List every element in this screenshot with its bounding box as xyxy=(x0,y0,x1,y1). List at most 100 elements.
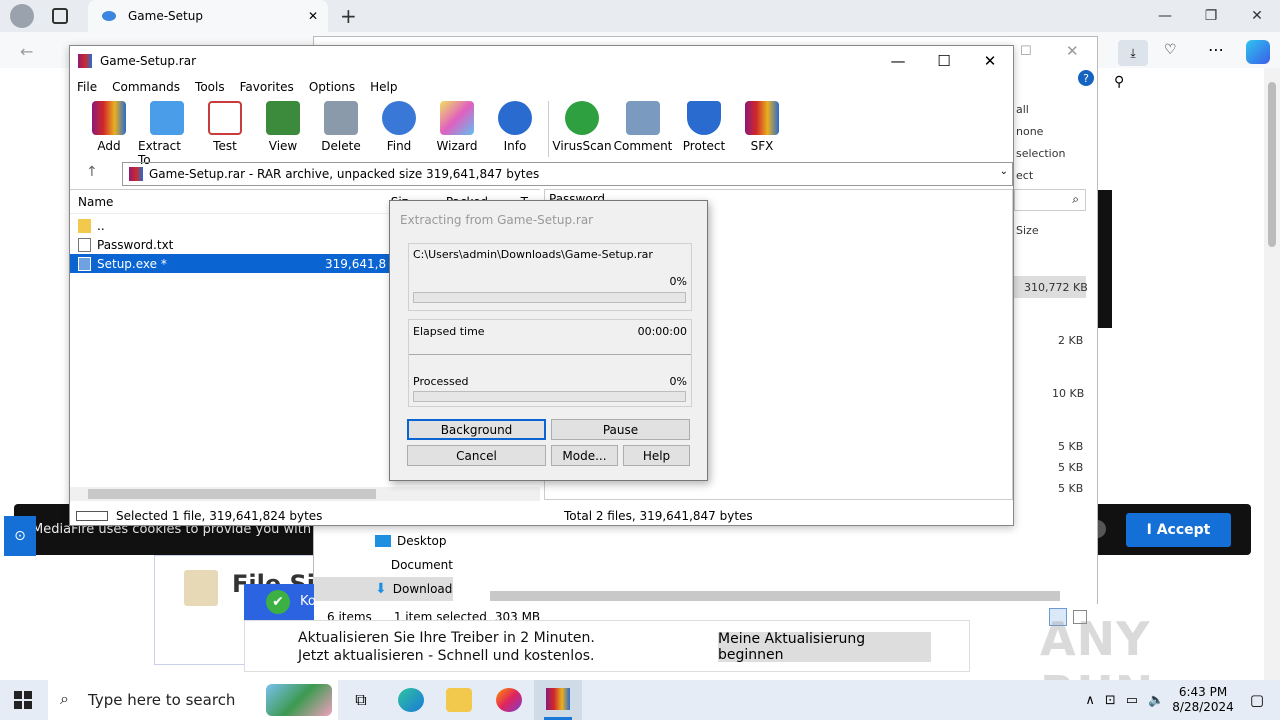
file-list-hscroll[interactable] xyxy=(70,487,540,501)
background-button[interactable]: Background xyxy=(407,419,546,440)
text-file-icon xyxy=(78,237,91,252)
tool-info[interactable]: Info xyxy=(486,101,544,167)
notification-text: Ko xyxy=(300,594,316,609)
size-cell: 5 KB xyxy=(1058,440,1084,453)
firefox-icon[interactable] xyxy=(496,688,522,712)
invert-selection[interactable]: selection xyxy=(1016,143,1065,165)
menu-commands[interactable]: Commands xyxy=(112,80,180,94)
tool-comment[interactable]: Comment xyxy=(611,101,675,167)
volume-icon[interactable]: 🔈 xyxy=(1148,693,1164,708)
help-button[interactable]: Help xyxy=(623,445,690,466)
downloads-icon[interactable]: ⤓ xyxy=(1118,40,1148,66)
menu-help[interactable]: Help xyxy=(370,80,397,94)
assistant-badge-icon[interactable]: ⊙ xyxy=(4,516,36,556)
select-options: all none selection ect xyxy=(1016,99,1065,187)
display-icon[interactable]: ▭ xyxy=(1126,693,1138,708)
menu-tools[interactable]: Tools xyxy=(195,80,225,94)
tool-sfx[interactable]: SFX xyxy=(733,101,791,167)
pause-button[interactable]: Pause xyxy=(551,419,690,440)
extract-folder-icon xyxy=(150,101,184,135)
tool-add[interactable]: Add xyxy=(80,101,138,167)
tool-view[interactable]: View xyxy=(254,101,312,167)
help-icon[interactable]: ? xyxy=(1078,70,1094,86)
menu-options[interactable]: Options xyxy=(309,80,355,94)
pin-icon[interactable]: ⚲ xyxy=(1114,74,1124,90)
downloads-arrow-icon: ⬇ xyxy=(375,581,387,597)
menu-file[interactable]: File xyxy=(77,80,97,94)
profile-avatar[interactable] xyxy=(10,4,34,28)
back-icon[interactable]: ← xyxy=(20,42,33,61)
tool-delete[interactable]: Delete xyxy=(312,101,370,167)
winrar-taskbar-button[interactable] xyxy=(534,680,582,720)
file-percent: 0% xyxy=(669,275,687,288)
size-cell: 5 KB xyxy=(1058,461,1084,474)
accept-cookies-button[interactable]: I Accept xyxy=(1126,513,1231,547)
select-none[interactable]: none xyxy=(1016,121,1065,143)
up-arrow-icon[interactable]: ↑ xyxy=(86,164,98,180)
explorer-maximize-icon[interactable]: ☐ xyxy=(1020,44,1032,59)
show-hidden-icons-chevron-icon[interactable]: ∧ xyxy=(1085,693,1095,708)
page-scrollbar[interactable] xyxy=(1264,68,1280,680)
clock-time: 6:43 PM xyxy=(1178,685,1228,699)
tool-virusscan[interactable]: VirusScan xyxy=(552,101,612,167)
close-button[interactable]: ✕ xyxy=(1234,0,1280,32)
maximize-button[interactable]: ❐ xyxy=(1188,0,1234,32)
winrar-title: Game-Setup.rar xyxy=(100,54,197,68)
elapsed-label: Elapsed time xyxy=(413,325,485,338)
winrar-maximize-button[interactable]: ☐ xyxy=(921,46,967,76)
explorer-search-box[interactable]: ⌕ xyxy=(1014,189,1086,211)
explorer-hscroll[interactable] xyxy=(472,590,1092,602)
find-magnifier-icon xyxy=(382,101,416,135)
tool-label: Find xyxy=(386,139,412,153)
nav-desktop[interactable]: Desktop xyxy=(313,529,453,553)
tool-find[interactable]: Find xyxy=(370,101,428,167)
nav-downloads[interactable]: ⬇ Download xyxy=(313,577,453,601)
winrar-close-button[interactable]: ✕ xyxy=(967,46,1013,76)
tool-label: VirusScan xyxy=(552,139,612,153)
explorer-close-icon[interactable]: ✕ xyxy=(1066,42,1079,60)
minimize-button[interactable]: — xyxy=(1142,0,1188,32)
tool-wizard[interactable]: Wizard xyxy=(428,101,486,167)
browser-window-controls: — ❐ ✕ xyxy=(1142,0,1280,32)
archive-path-field[interactable]: Game-Setup.rar - RAR archive, unpacked s… xyxy=(122,162,1013,186)
browser-tab-active[interactable]: Game-Setup ✕ xyxy=(88,0,328,32)
notification-chip[interactable]: ✔ Ko xyxy=(244,584,316,620)
tab-actions-icon[interactable] xyxy=(52,8,68,24)
more-options-icon[interactable]: ⋯ xyxy=(1208,40,1224,59)
cancel-button[interactable]: Cancel xyxy=(407,445,546,466)
search-placeholder: Type here to search xyxy=(88,691,236,709)
task-view-icon[interactable]: ⧉ xyxy=(348,688,374,712)
documents-icon xyxy=(375,559,385,571)
ad-update-button[interactable]: Meine Aktualisierung beginnen xyxy=(718,631,931,663)
edge-icon[interactable] xyxy=(398,688,424,712)
browser-essentials-icon[interactable]: ♡ xyxy=(1164,42,1177,58)
desktop-icon xyxy=(375,535,391,547)
tool-protect[interactable]: Protect xyxy=(675,101,733,167)
winrar-minimize-button[interactable]: — xyxy=(875,46,921,76)
copilot-icon[interactable] xyxy=(1246,40,1270,64)
tool-label: Delete xyxy=(321,139,361,153)
new-tab-button[interactable]: + xyxy=(340,4,357,28)
taskbar-clock[interactable]: 6:43 PM 8/28/2024 xyxy=(1172,685,1234,715)
status-selected-files: Selected 1 file, 319,641,824 bytes xyxy=(116,509,323,523)
processed-percent: 0% xyxy=(669,375,687,388)
tab-close-icon[interactable]: ✕ xyxy=(308,9,318,23)
file-explorer-icon[interactable] xyxy=(446,688,472,712)
column-name[interactable]: Name xyxy=(78,195,328,209)
mode-button[interactable]: Mode... xyxy=(551,445,618,466)
chevron-down-icon[interactable]: ⌄ xyxy=(1000,166,1008,177)
taskbar-search[interactable]: ⌕ Type here to search xyxy=(48,680,338,720)
size-column-header[interactable]: Size xyxy=(1016,224,1039,237)
search-icon: ⌕ xyxy=(60,689,69,708)
nav-documents[interactable]: Document xyxy=(313,553,453,577)
tool-test[interactable]: Test xyxy=(196,101,254,167)
start-windows-icon[interactable] xyxy=(14,691,32,709)
tool-extract-to[interactable]: Extract To xyxy=(138,101,196,167)
notifications-icon[interactable]: ▢ xyxy=(1250,691,1264,709)
network-icon[interactable]: ⊡ xyxy=(1105,693,1116,708)
divider xyxy=(409,354,691,355)
select-all[interactable]: all xyxy=(1016,99,1065,121)
scroll-thumb[interactable] xyxy=(88,489,376,499)
search-highlight-icon xyxy=(266,684,332,716)
menu-favorites[interactable]: Favorites xyxy=(240,80,294,94)
